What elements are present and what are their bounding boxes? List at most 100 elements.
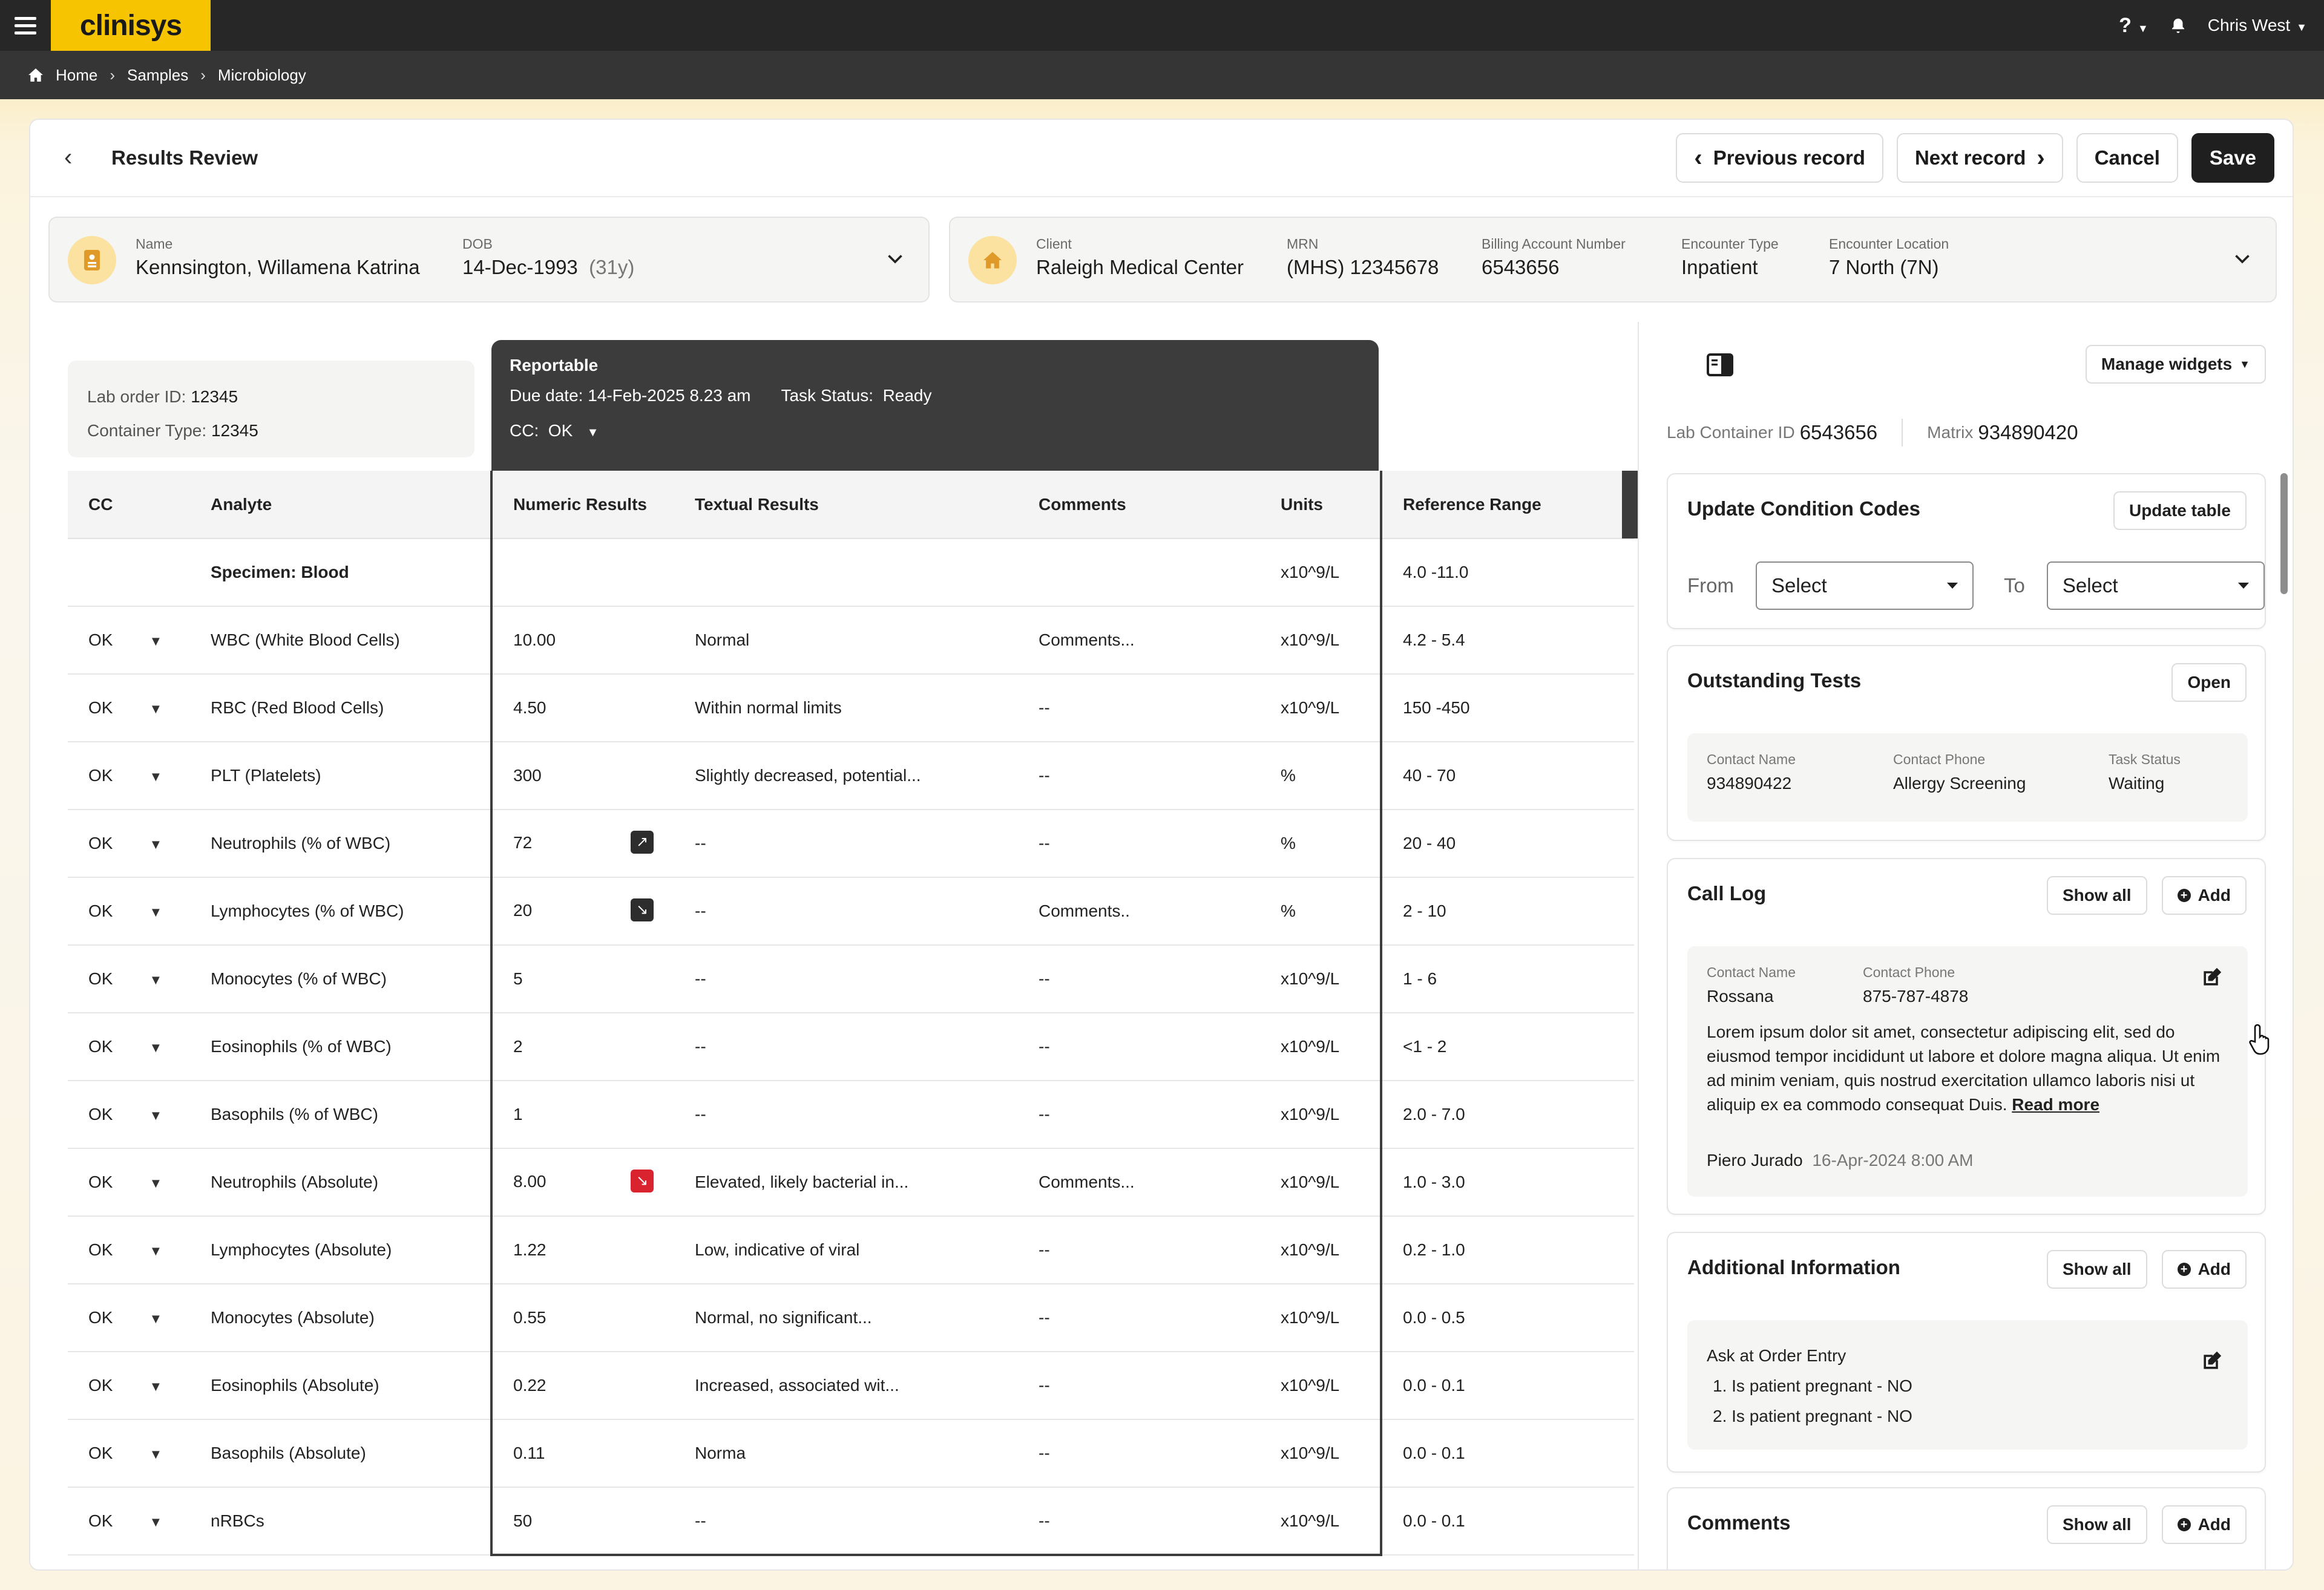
numeric-result-cell[interactable]: 0.55 [490,1284,674,1352]
textual-result-cell[interactable]: Elevated, likely bacterial in... [674,1148,1018,1217]
comments-cell[interactable]: Comments.. [1018,877,1260,946]
column-header-comments[interactable]: Comments [1018,471,1260,539]
home-icon[interactable] [28,68,44,82]
edit-icon[interactable] [2201,1350,2222,1372]
cc-cell[interactable]: OK ▼ [68,1216,190,1284]
textual-result-cell[interactable]: -- [674,1487,1018,1556]
column-header-textual[interactable]: Textual Results [674,471,1018,539]
column-header-cc[interactable]: CC [68,471,190,539]
add-info-button[interactable]: + Add [2161,1250,2247,1289]
cc-cell[interactable]: OK ▼ [68,810,190,878]
table-row[interactable]: OK ▼ Basophils (% of WBC) 1 -- -- x10^9/L 2.0 -… [68,1081,1634,1149]
textual-result-cell[interactable]: Low, indicative of viral [674,1216,1018,1284]
column-header-units[interactable]: Units [1260,471,1382,539]
to-select[interactable]: Select [2046,561,2265,610]
back-icon[interactable]: ‹ [64,144,72,171]
numeric-result-cell[interactable]: 50 [490,1487,674,1556]
column-header-analyte[interactable]: Analyte [190,471,491,539]
caret-down-icon[interactable]: ▼ [149,1447,162,1462]
manage-widgets-button[interactable]: Manage widgets ▼ [2085,345,2266,384]
comments-cell[interactable]: Comments... [1018,606,1260,675]
comments-cell[interactable]: -- [1018,1352,1260,1420]
chevron-down-icon[interactable] [886,249,904,267]
bell-icon[interactable] [2169,16,2187,34]
sidebar-scrollbar[interactable] [2280,473,2288,594]
comments-cell[interactable]: -- [1018,1013,1260,1081]
caret-down-icon[interactable]: ▼ [149,769,162,785]
numeric-result-cell[interactable]: 5 [490,945,674,1013]
caret-down-icon[interactable]: ▼ [149,1311,162,1327]
numeric-result-cell[interactable]: 20 ↘ [490,877,674,946]
outstanding-test-item[interactable]: Contact Name 934890422 Contact Phone Aller… [1687,733,2248,822]
cc-cell[interactable]: OK ▼ [68,1487,190,1556]
table-row[interactable]: Specimen: Blood x10^9/L 4.0 -11.0 [68,538,1634,607]
table-row[interactable]: OK ▼ Monocytes (Absolute) 0.55 Normal, no si… [68,1284,1634,1352]
show-all-button[interactable]: Show all [2046,1250,2147,1289]
cc-cell[interactable]: OK ▼ [68,674,190,742]
numeric-result-cell[interactable]: 300 [490,742,674,810]
comments-cell[interactable]: -- [1018,945,1260,1013]
chevron-down-icon[interactable] [2233,249,2251,267]
update-table-button[interactable]: Update table [2113,491,2247,530]
cc-cell[interactable]: OK ▼ [68,606,190,675]
help-menu[interactable]: ? ▼ [2119,14,2148,38]
numeric-result-cell[interactable]: 8.00 ↘ [490,1148,674,1217]
encounter-summary[interactable]: Client Raleigh Medical Center MRN (MHS) 12… [949,217,2277,303]
previous-record-button[interactable]: ‹ Previous record [1676,133,1883,183]
add-call-button[interactable]: + Add [2161,876,2247,915]
numeric-result-cell[interactable] [490,538,674,607]
comments-cell[interactable]: -- [1018,1216,1260,1284]
caret-down-icon[interactable]: ▼ [149,1040,162,1056]
breadcrumb-samples[interactable]: Samples [127,66,188,85]
numeric-result-cell[interactable]: 0.22 [490,1352,674,1420]
caret-down-icon[interactable]: ▼ [149,701,162,717]
cc-cell[interactable]: OK ▼ [68,1081,190,1149]
column-header-numeric[interactable]: Numeric Results [490,471,674,539]
user-menu[interactable]: Chris West ▼ [2208,16,2307,35]
cc-cell[interactable]: OK ▼ [68,1284,190,1352]
textual-result-cell[interactable]: Within normal limits [674,674,1018,742]
breadcrumb-microbiology[interactable]: Microbiology [218,66,306,85]
read-more-link[interactable]: Read more [2012,1095,2099,1114]
table-row[interactable]: OK ▼ Lymphocytes (% of WBC) 20 ↘ -- Comments..… [68,877,1634,946]
numeric-result-cell[interactable]: 72 ↗ [490,810,674,878]
table-row[interactable]: OK ▼ RBC (Red Blood Cells) 4.50 Within norma… [68,674,1634,742]
cc-cell[interactable]: OK ▼ [68,877,190,946]
breadcrumb-home[interactable]: Home [56,66,97,85]
caret-down-icon[interactable]: ▼ [149,1514,162,1530]
caret-down-icon[interactable]: ▼ [149,972,162,988]
textual-result-cell[interactable]: -- [674,1081,1018,1149]
textual-result-cell[interactable]: Increased, associated wit... [674,1352,1018,1420]
textual-result-cell[interactable]: Norma [674,1419,1018,1488]
comments-cell[interactable]: -- [1018,810,1260,878]
caret-down-icon[interactable]: ▼ [149,1176,162,1191]
menu-icon[interactable] [15,15,36,36]
from-select[interactable]: Select [1756,561,1974,610]
textual-result-cell[interactable]: -- [674,1013,1018,1081]
patient-summary[interactable]: Name Kennsington, Willamena Katrina DOB 14… [48,217,930,303]
edit-icon[interactable] [2201,967,2222,989]
panel-layout-icon[interactable] [1707,353,1733,376]
numeric-result-cell[interactable]: 1.22 [490,1216,674,1284]
reportable-cc-dropdown[interactable]: CC: OK ▼ [510,421,1361,440]
table-row[interactable]: OK ▼ nRBCs 50 -- -- x10^9/L 0.0 - 0.1 [68,1487,1634,1556]
caret-down-icon[interactable]: ▼ [149,1108,162,1124]
table-row[interactable]: OK ▼ Eosinophils (% of WBC) 2 -- -- x10^9/L <1 … [68,1013,1634,1081]
textual-result-cell[interactable]: Normal, no significant... [674,1284,1018,1352]
column-header-range[interactable]: Reference Range [1381,471,1634,539]
comments-cell[interactable] [1018,538,1260,607]
cc-cell[interactable]: OK ▼ [68,1148,190,1217]
textual-result-cell[interactable]: Normal [674,606,1018,675]
show-all-button[interactable]: Show all [2046,1505,2147,1544]
comments-cell[interactable]: -- [1018,1284,1260,1352]
textual-result-cell[interactable]: -- [674,945,1018,1013]
open-button[interactable]: Open [2171,663,2247,702]
comments-cell[interactable]: -- [1018,1081,1260,1149]
brand-logo[interactable]: clinisys [51,0,211,51]
numeric-result-cell[interactable]: 4.50 [490,674,674,742]
cc-cell[interactable]: OK ▼ [68,742,190,810]
cc-cell[interactable]: OK ▼ [68,1013,190,1081]
numeric-result-cell[interactable]: 0.11 [490,1419,674,1488]
show-all-button[interactable]: Show all [2046,876,2147,915]
cc-cell[interactable]: OK ▼ [68,1352,190,1420]
